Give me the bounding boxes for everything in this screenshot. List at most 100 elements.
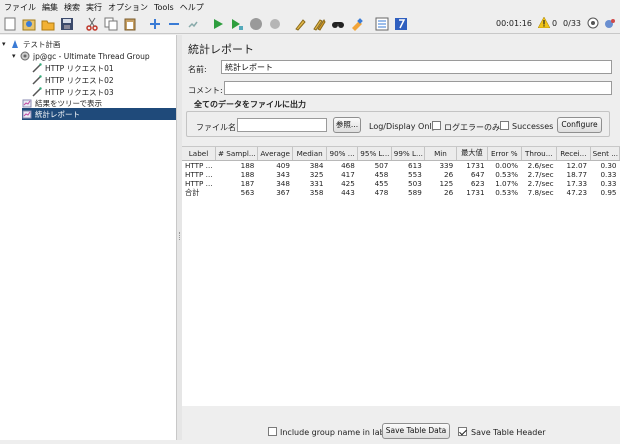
tree-item-label: 結果をツリーで表示 (35, 98, 103, 108)
table-cell: HTTP ... (185, 160, 213, 170)
table-cell: 331 (309, 178, 324, 188)
column-header[interactable]: Error % (487, 147, 522, 161)
table-cell: HTTP ... (185, 169, 213, 179)
filename-label: ファイル名 (196, 123, 236, 132)
include-group-checkbox[interactable] (268, 427, 277, 436)
start-no-pause-icon[interactable] (229, 16, 245, 32)
tree-expander[interactable]: ▾ (12, 52, 20, 60)
column-header[interactable]: 90% ... (326, 147, 359, 161)
comment-field[interactable] (224, 81, 612, 95)
function-helper-icon[interactable] (374, 16, 390, 32)
log-display-label: Log/Display Only: (369, 122, 439, 131)
tree-item-test-plan[interactable]: ▾ テスト計画 (2, 38, 176, 50)
save-table-header-label: Save Table Header (471, 428, 546, 437)
column-header[interactable]: 95% L... (357, 147, 392, 161)
table-cell: 503 (408, 178, 422, 188)
tree-item-http-request-01[interactable]: HTTP リクエスト01 (32, 62, 176, 74)
table-cell: 507 (374, 160, 389, 170)
filename-field[interactable] (237, 118, 327, 132)
tree-item-thread-group[interactable]: ▾ jp@gc - Ultimate Thread Group (12, 50, 176, 62)
tree-item-label: HTTP リクエスト03 (45, 87, 114, 97)
thread-group-icon (20, 51, 30, 61)
table-cell: 0.33 (600, 169, 617, 179)
table-cell: 417 (341, 169, 355, 179)
column-header[interactable]: 最大値 (456, 147, 489, 161)
stop-icon[interactable] (248, 16, 264, 32)
sampler-icon (32, 87, 42, 97)
table-cell: 358 (309, 187, 324, 197)
table-cell: 0.33 (600, 178, 617, 188)
table-cell: 2.6/sec (527, 160, 554, 170)
cut-icon[interactable] (84, 16, 100, 32)
shutdown-icon[interactable] (267, 16, 283, 32)
save-table-header-checkbox[interactable] (458, 427, 467, 436)
browse-button[interactable]: 参照... (333, 117, 361, 133)
warning-icon[interactable] (537, 16, 551, 30)
reset-search-icon[interactable] (349, 16, 365, 32)
open-icon[interactable] (40, 16, 56, 32)
column-header[interactable]: Min (424, 147, 457, 161)
search-icon[interactable] (330, 16, 346, 32)
divider-grip (179, 232, 180, 240)
new-icon[interactable] (2, 16, 18, 32)
successes-checkbox[interactable] (500, 121, 509, 130)
column-header[interactable]: Recei... (556, 147, 591, 161)
menu-tools[interactable]: Tools (154, 3, 174, 12)
table-cell: 26 (444, 169, 454, 179)
table-row[interactable]: HTTP ... 187 348 331 425 455 503 125 623… (182, 179, 620, 188)
elapsed-timer: 00:01:16 (496, 19, 532, 28)
column-header[interactable]: Throu... (521, 147, 558, 161)
menu-file[interactable]: ファイル (4, 2, 36, 13)
table-cell: 0.53% (495, 187, 519, 197)
column-header[interactable]: # Sampl... (215, 147, 258, 161)
include-group-label: Include group name in label? (280, 428, 397, 437)
table-row[interactable]: HTTP ... 188 343 325 417 458 553 26 647 … (182, 170, 620, 179)
column-header[interactable]: Label (182, 147, 216, 161)
templates-icon[interactable] (21, 16, 37, 32)
collapse-icon[interactable] (166, 16, 182, 32)
remote-status-icon[interactable] (587, 17, 599, 31)
table-row-total[interactable]: 合計 563 367 358 443 478 589 26 1731 0.53%… (182, 188, 620, 197)
configure-button[interactable]: Configure (557, 117, 602, 133)
menu-edit[interactable]: 編集 (42, 2, 58, 13)
menu-search[interactable]: 検索 (64, 2, 80, 13)
column-header[interactable]: Average (257, 147, 294, 161)
successes-label: Successes (512, 122, 554, 131)
listener-icon (22, 98, 32, 108)
save-icon[interactable] (59, 16, 75, 32)
table-cell: 0.00% (495, 160, 519, 170)
save-table-data-button[interactable]: Save Table Data (382, 423, 450, 439)
column-header[interactable]: Median (292, 147, 327, 161)
menu-bar: ファイル 編集 検索 実行 オプション Tools ヘルプ (0, 0, 620, 14)
tree-item-label: jp@gc - Ultimate Thread Group (33, 51, 150, 61)
tree-item-http-request-02[interactable]: HTTP リクエスト02 (32, 74, 176, 86)
expand-icon[interactable] (147, 16, 163, 32)
menu-help[interactable]: ヘルプ (180, 2, 204, 13)
column-header[interactable]: 99% L... (391, 147, 426, 161)
table-cell: 188 (240, 169, 255, 179)
errors-only-checkbox[interactable] (432, 121, 441, 130)
tree-expander[interactable]: ▾ (2, 40, 10, 48)
errors-only-label: ログエラーのみ (444, 123, 500, 132)
tree-item-summary-report[interactable]: 統計レポート (22, 108, 176, 120)
table-cell: 563 (240, 187, 255, 197)
table-cell: 425 (341, 178, 355, 188)
menu-options[interactable]: オプション (108, 2, 148, 13)
clear-all-icon[interactable] (311, 16, 327, 32)
menu-run[interactable]: 実行 (86, 2, 102, 13)
start-icon[interactable] (210, 16, 226, 32)
statistics-table: Label # Sampl... Average Median 90% ... … (182, 146, 620, 406)
copy-icon[interactable] (103, 16, 119, 32)
table-cell: 458 (374, 169, 389, 179)
table-row[interactable]: HTTP ... 188 409 384 468 507 613 339 173… (182, 160, 620, 170)
help-icon[interactable] (393, 16, 409, 32)
table-cell: 7.8/sec (527, 187, 554, 197)
toggle-icon[interactable] (185, 16, 201, 32)
name-field[interactable] (221, 60, 612, 74)
column-header[interactable]: Sent ... (590, 147, 620, 161)
comment-label: コメント: (188, 86, 223, 95)
log-viewer-icon[interactable] (604, 17, 616, 31)
paste-icon[interactable] (122, 16, 138, 32)
clear-icon[interactable] (292, 16, 308, 32)
table-cell: 647 (470, 169, 485, 179)
